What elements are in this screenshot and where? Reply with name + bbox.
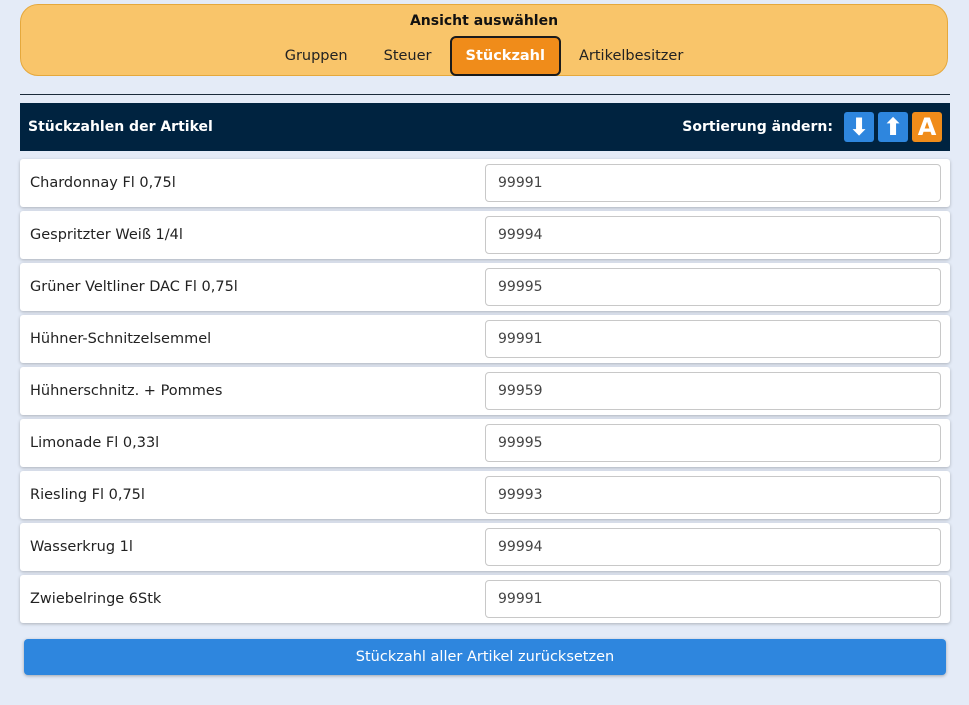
arrow-up-icon: ⬆ [882,113,904,141]
item-name: Hühner-Schnitzelsemmel [30,331,212,347]
item-count-input[interactable] [485,268,941,306]
list-header: Stückzahlen der Artikel Sortierung änder… [20,103,950,151]
item-name: Gespritzter Weiß 1/4l [30,227,183,243]
sort-label: Sortierung ändern: [682,119,833,135]
item-count-input[interactable] [485,320,941,358]
list-item: Hühner-Schnitzelsemmel [20,315,950,363]
item-count-input[interactable] [485,216,941,254]
alphabetical-sort-icon: A [917,113,937,141]
tab-stueckzahl[interactable]: Stückzahl [449,36,561,76]
divider [20,94,950,95]
view-tabs: Gruppen Steuer Stückzahl Artikelbesitzer [21,36,947,76]
list-item: Hühnerschnitz. + Pommes [20,367,950,415]
tab-steuer[interactable]: Steuer [366,36,450,76]
list-item: Gespritzter Weiß 1/4l [20,211,950,259]
list-item: Riesling Fl 0,75l [20,471,950,519]
tab-artikelbesitzer[interactable]: Artikelbesitzer [561,36,701,76]
list-item: Limonade Fl 0,33l [20,419,950,467]
list-item: Grüner Veltliner DAC Fl 0,75l [20,263,950,311]
tab-gruppen[interactable]: Gruppen [267,36,366,76]
item-name: Wasserkrug 1l [30,539,133,555]
arrow-down-icon: ⬇ [848,113,870,141]
reset-all-counts-button[interactable]: Stückzahl aller Artikel zurücksetzen [24,639,946,675]
sort-descending-button[interactable]: ⬇ [844,112,874,142]
item-count-input[interactable] [485,580,941,618]
list-item: Chardonnay Fl 0,75l [20,159,950,207]
item-count-input[interactable] [485,372,941,410]
list-item: Wasserkrug 1l [20,523,950,571]
list-item: Zwiebelringe 6Stk [20,575,950,623]
item-count-input[interactable] [485,164,941,202]
item-list: Chardonnay Fl 0,75l Gespritzter Weiß 1/4… [20,159,950,627]
item-name: Limonade Fl 0,33l [30,435,160,451]
sort-alphabetical-button[interactable]: A [912,112,942,142]
item-count-input[interactable] [485,528,941,566]
list-title: Stückzahlen der Artikel [28,119,213,135]
item-count-input[interactable] [485,476,941,514]
item-name: Chardonnay Fl 0,75l [30,175,176,191]
item-name: Zwiebelringe 6Stk [30,591,162,607]
view-select-title: Ansicht auswählen [409,13,559,29]
item-name: Riesling Fl 0,75l [30,487,145,503]
item-name: Grüner Veltliner DAC Fl 0,75l [30,279,238,295]
sort-ascending-button[interactable]: ⬆ [878,112,908,142]
item-name: Hühnerschnitz. + Pommes [30,383,223,399]
view-select-panel: Ansicht auswählen Gruppen Steuer Stückza… [20,4,948,76]
item-count-input[interactable] [485,424,941,462]
